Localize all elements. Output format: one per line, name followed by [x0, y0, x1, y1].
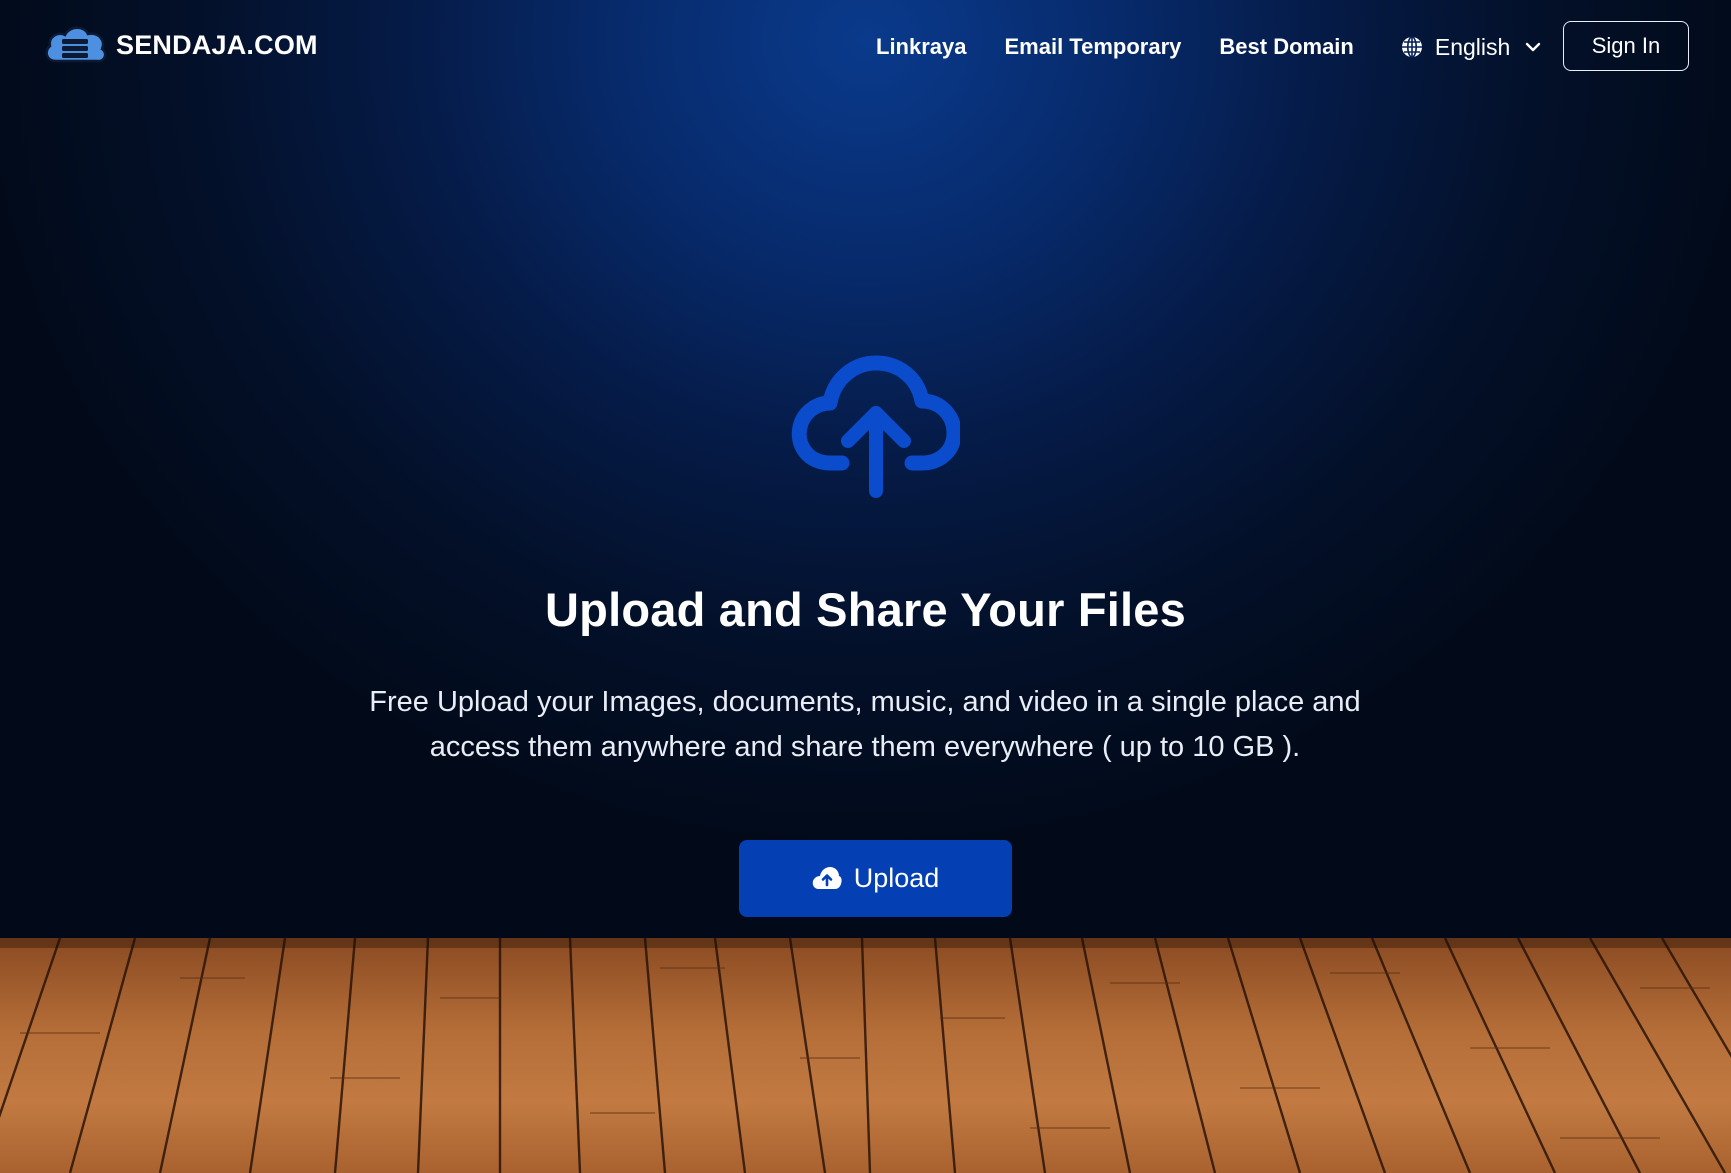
language-selector[interactable]: English: [1400, 34, 1542, 61]
page: SENDAJA.COM Linkraya Email Temporary Bes…: [0, 0, 1731, 1173]
cloud-upload-icon: [812, 866, 842, 889]
main-nav: Linkraya Email Temporary Best Domain Eng…: [876, 30, 1542, 64]
hero-description: Free Upload your Images, documents, musi…: [369, 686, 1361, 763]
top-navbar: SENDAJA.COM Linkraya Email Temporary Bes…: [0, 0, 1731, 92]
chevron-down-icon: [1526, 42, 1541, 52]
nav-link-best-domain[interactable]: Best Domain: [1219, 34, 1353, 60]
wood-planks: [0, 938, 1731, 1173]
brand-logo[interactable]: SENDAJA.COM: [42, 20, 318, 70]
nav-link-linkraya[interactable]: Linkraya: [876, 34, 967, 60]
nav-link-email-temporary[interactable]: Email Temporary: [1005, 34, 1182, 60]
upload-button-label: Upload: [853, 863, 940, 893]
cloud-server-icon: [45, 26, 107, 63]
hero-title: Upload and Share Your Files: [545, 583, 1186, 636]
upload-button[interactable]: Upload: [739, 840, 1012, 917]
brand-name: SENDAJA.COM: [116, 29, 318, 60]
wood-floor-decoration: [0, 938, 1731, 1173]
language-label: English: [1434, 33, 1511, 60]
sign-in-button[interactable]: Sign In: [1563, 21, 1689, 71]
cloud-upload-icon: [791, 355, 960, 498]
globe-icon: [1401, 36, 1422, 58]
